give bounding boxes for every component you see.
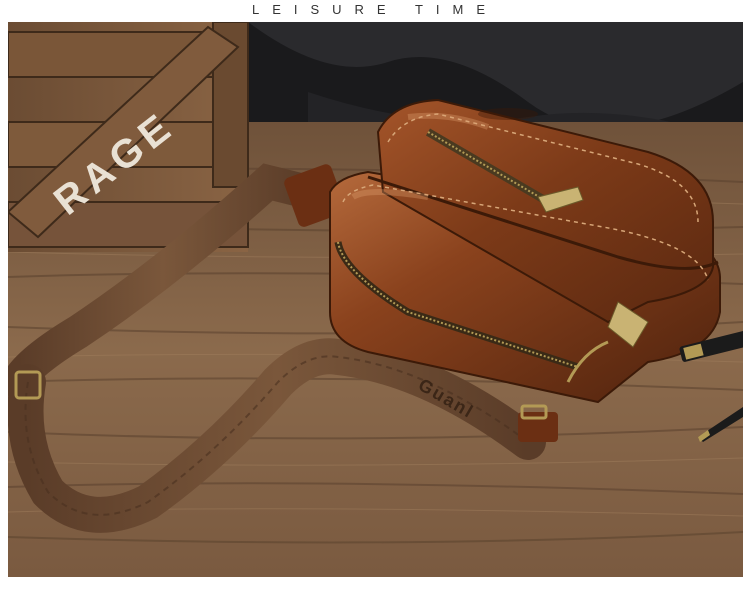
product-photo: RAGE Guanl xyxy=(8,22,743,577)
header-title: LEISURE TIME xyxy=(251,2,499,17)
brand-emboss xyxy=(478,108,538,120)
